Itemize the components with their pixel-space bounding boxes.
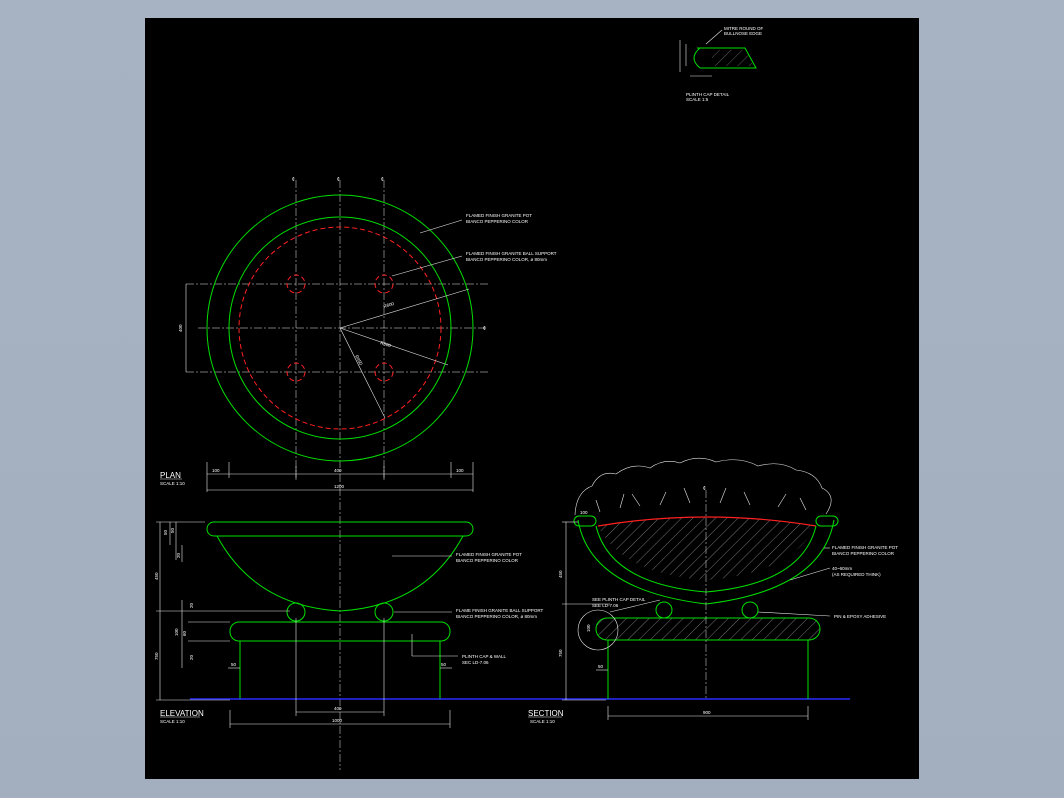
svg-text:20: 20 [176, 552, 181, 558]
svg-text:900: 900 [703, 710, 711, 715]
svg-text:60: 60 [182, 630, 187, 636]
svg-text:50: 50 [170, 527, 175, 533]
svg-text:¢: ¢ [703, 486, 706, 492]
section-view: ¢ 450 750 100 100 50 900 SEE PLINTH CAP … [528, 457, 898, 724]
drawing-sheet: MITRE ROUND OF BULLNOSE EDGE PLINTH CAP … [145, 18, 919, 779]
radius-450: R450 [354, 354, 364, 366]
svg-text:100: 100 [174, 628, 179, 636]
svg-text:PIN & EPOXY ADHESIVE: PIN & EPOXY ADHESIVE [834, 614, 886, 619]
svg-text:750: 750 [558, 649, 563, 657]
plan-note-ball-1: FLAMED FINISH GRANITE BALL SUPPORT [466, 251, 557, 256]
svg-text:BIANCO PEPPERINO COLOR: BIANCO PEPPERINO COLOR [832, 551, 895, 556]
svg-text:20: 20 [189, 654, 194, 660]
svg-text:FLAME FINISH GRANITE BALL SUPP: FLAME FINISH GRANITE BALL SUPPORT [456, 608, 544, 613]
plan-title: PLAN [160, 471, 181, 480]
plan-note-pot-2: BIANCO PEPPERINO COLOR [466, 219, 529, 224]
svg-text:400: 400 [334, 468, 342, 473]
svg-text:100: 100 [456, 468, 464, 473]
svg-text:BIANCO PEPPERINO COLOR, ø 80mm: BIANCO PEPPERINO COLOR, ø 80mm [456, 614, 537, 619]
svg-text:1200: 1200 [334, 484, 345, 489]
svg-text:¢: ¢ [292, 177, 295, 183]
svg-text:100: 100 [580, 510, 588, 515]
plan-note-pot-1: FLAMED FINISH GRANITE POT [466, 213, 532, 218]
svg-text:50: 50 [441, 662, 447, 667]
svg-text:50: 50 [598, 664, 604, 669]
svg-text:450: 450 [558, 570, 563, 578]
detail-scale: SCALE 1:5 [686, 97, 709, 102]
svg-text:50: 50 [163, 529, 168, 535]
svg-text:PLINTH CAP & WALL: PLINTH CAP & WALL [462, 654, 507, 659]
detail-note-2: BULLNOSE EDGE [724, 31, 762, 36]
svg-text:FLAMED FINISH GRANITE POT: FLAMED FINISH GRANITE POT [456, 552, 522, 557]
svg-text:20: 20 [189, 602, 194, 608]
cad-drawing: MITRE ROUND OF BULLNOSE EDGE PLINTH CAP … [154, 26, 898, 770]
svg-text:750: 750 [154, 652, 159, 660]
elevation-title: ELEVATION [160, 709, 204, 718]
svg-text:1000: 1000 [332, 718, 343, 723]
svg-text:40~60mm: 40~60mm [832, 566, 852, 571]
plan-scale: SCALE 1:10 [160, 481, 185, 486]
svg-text:¢: ¢ [483, 326, 486, 332]
svg-text:SEE LD-7.06: SEE LD-7.06 [592, 603, 619, 608]
section-scale: SCALE 1:10 [530, 719, 555, 724]
svg-text:50: 50 [231, 662, 237, 667]
svg-text:BIANCO PEPPERINO COLOR: BIANCO PEPPERINO COLOR [456, 558, 519, 563]
svg-text:FLAMED FINISH GRANITE POT: FLAMED FINISH GRANITE POT [832, 545, 898, 550]
radius-500: R500 [380, 340, 392, 348]
section-title: SECTION [528, 709, 564, 718]
svg-text:100: 100 [586, 624, 591, 632]
elevation-scale: SCALE 1:10 [160, 719, 185, 724]
svg-text:400: 400 [178, 324, 183, 332]
svg-text:¢: ¢ [381, 177, 384, 183]
plinth-cap-detail: MITRE ROUND OF BULLNOSE EDGE PLINTH CAP … [679, 26, 763, 102]
svg-text:SEC LD-7.06: SEC LD-7.06 [462, 660, 489, 665]
svg-text:100: 100 [212, 468, 220, 473]
svg-text:(AS REQUIRED THINK): (AS REQUIRED THINK) [832, 572, 881, 577]
radius-600: R600 [383, 301, 395, 309]
ball-support [655, 601, 673, 619]
plan-view: ¢ ¢ ¢ ¢ R600 R500 R450 FLAMED FINISH GRA… [160, 177, 557, 770]
svg-text:¢: ¢ [337, 177, 340, 183]
svg-text:400: 400 [334, 706, 342, 711]
svg-text:450: 450 [154, 572, 159, 580]
plan-note-ball-2: BIANCO PEPPERINO COLOR, ø 80mm [466, 257, 547, 262]
svg-text:SEE PLINTH CAP DETAIL: SEE PLINTH CAP DETAIL [592, 597, 646, 602]
ball-support [741, 601, 759, 619]
